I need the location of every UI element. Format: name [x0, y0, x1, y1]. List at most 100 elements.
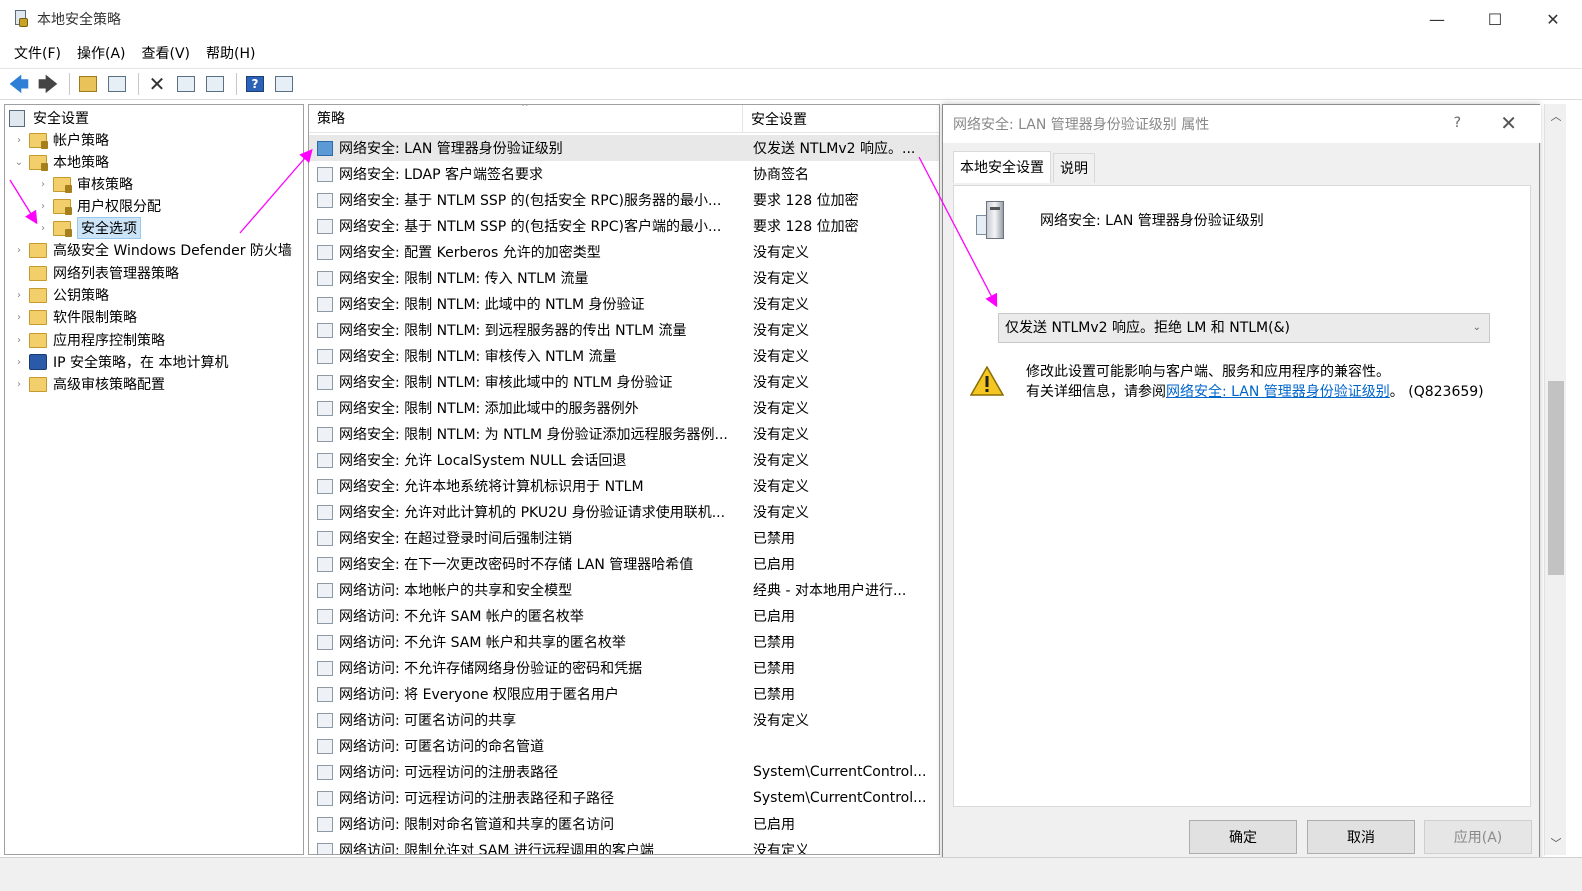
warning-icon	[969, 365, 1005, 396]
table-row[interactable]: 网络访问: 不允许 SAM 帐户和共享的匿名枚举 已禁用	[309, 629, 939, 655]
table-row[interactable]: 网络安全: 限制 NTLM: 传入 NTLM 流量 没有定义	[309, 265, 939, 291]
table-row[interactable]: 网络安全: 限制 NTLM: 添加此域中的服务器例外 没有定义	[309, 395, 939, 421]
properties-icon[interactable]	[173, 72, 199, 96]
cancel-button[interactable]: 取消	[1307, 820, 1415, 854]
menu-bar: 文件(F) 操作(A) 查看(V) 帮助(H)	[0, 38, 1582, 68]
scroll-up-icon[interactable]: ︿	[1545, 108, 1567, 124]
table-row[interactable]: 网络访问: 可远程访问的注册表路径和子路径 System\CurrentContr…	[309, 785, 939, 811]
tree-item-ip-security[interactable]: › IP 安全策略，在 本地计算机	[13, 351, 228, 373]
chevron-right-icon[interactable]: ›	[37, 223, 49, 234]
back-icon[interactable]: 🡄	[6, 72, 32, 96]
chevron-right-icon[interactable]: ›	[13, 379, 25, 390]
chevron-right-icon[interactable]: ›	[13, 135, 25, 146]
ip-security-icon	[29, 354, 47, 370]
table-row[interactable]: 网络安全: 基于 NTLM SSP 的(包括安全 RPC)服务器的最小... 要求…	[309, 187, 939, 213]
toolbar-separator	[69, 73, 70, 95]
tree-item-audit-policy[interactable]: › 审核策略	[37, 173, 133, 195]
list-header: ^ 策略 安全设置	[309, 105, 939, 133]
column-header-setting[interactable]: 安全设置	[743, 109, 807, 129]
policy-icon	[317, 556, 333, 572]
table-row[interactable]: 网络安全: 允许对此计算机的 PKU2U 身份验证请求使用联机... 没有定义	[309, 499, 939, 525]
dialog-close-button[interactable]: ✕	[1500, 111, 1517, 135]
chevron-right-icon[interactable]: ›	[37, 201, 49, 212]
table-row[interactable]: 网络安全: 限制 NTLM: 审核此域中的 NTLM 身份验证 没有定义	[309, 369, 939, 395]
tree-item-defender-firewall[interactable]: › 高级安全 Windows Defender 防火墙	[13, 239, 292, 261]
tree-item-public-key-policies[interactable]: › 公钥策略	[13, 284, 109, 306]
chevron-right-icon[interactable]: ›	[37, 179, 49, 190]
delete-icon[interactable]: ✕	[144, 72, 170, 96]
scrollbar-thumb[interactable]	[1548, 381, 1564, 575]
table-row[interactable]: 网络访问: 将 Everyone 权限应用于匿名用户 已禁用	[309, 681, 939, 707]
tree-item-account-policies[interactable]: › 帐户策略	[13, 129, 109, 151]
tree-root-security-settings[interactable]: 安全设置	[9, 107, 89, 129]
toolbar: 🡄 🡆 ✕ ?	[0, 68, 1582, 100]
table-row[interactable]: 网络安全: LAN 管理器身份验证级别 仅发送 NTLMv2 响应。...	[309, 135, 939, 161]
ok-button[interactable]: 确定	[1189, 820, 1297, 854]
tree-item-security-options[interactable]: › 安全选项	[37, 217, 141, 239]
apply-button[interactable]: 应用(A)	[1424, 820, 1532, 854]
table-row[interactable]: 网络访问: 可匿名访问的命名管道	[309, 733, 939, 759]
table-row[interactable]: 网络安全: 配置 Kerberos 允许的加密类型 没有定义	[309, 239, 939, 265]
table-row[interactable]: 网络访问: 可匿名访问的共享 没有定义	[309, 707, 939, 733]
show-action-pane-icon[interactable]	[271, 72, 297, 96]
chevron-right-icon[interactable]: ›	[13, 335, 25, 346]
table-row[interactable]: 网络安全: 在下一次更改密码时不存储 LAN 管理器哈希值 已启用	[309, 551, 939, 577]
table-row[interactable]: 网络访问: 限制允许对 SAM 进行远程调用的客户端 没有定义	[309, 837, 939, 855]
table-row[interactable]: 网络访问: 限制对命名管道和共享的匿名访问 已启用	[309, 811, 939, 837]
table-row[interactable]: 网络安全: 限制 NTLM: 此域中的 NTLM 身份验证 没有定义	[309, 291, 939, 317]
table-row[interactable]: 网络访问: 本地帐户的共享和安全模型 经典 - 对本地用户进行...	[309, 577, 939, 603]
table-row[interactable]: 网络安全: 基于 NTLM SSP 的(包括安全 RPC)客户端的最小... 要求…	[309, 213, 939, 239]
table-row[interactable]: 网络访问: 不允许 SAM 帐户的匿名枚举 已启用	[309, 603, 939, 629]
tree-label: IP 安全策略，在 本地计算机	[53, 355, 229, 371]
menu-help[interactable]: 帮助(H)	[198, 43, 263, 63]
policy-name-cell: 网络访问: 可远程访问的注册表路径和子路径	[339, 791, 615, 807]
table-row[interactable]: 网络访问: 不允许存储网络身份验证的密码和凭据 已禁用	[309, 655, 939, 681]
table-row[interactable]: 网络安全: 限制 NTLM: 到远程服务器的传出 NTLM 流量 没有定义	[309, 317, 939, 343]
help-link[interactable]: 网络安全: LAN 管理器身份验证级别	[1166, 384, 1390, 400]
tree-item-software-restriction[interactable]: › 软件限制策略	[13, 306, 137, 328]
policy-setting-cell: 已禁用	[753, 531, 795, 547]
tree-label: 帐户策略	[53, 133, 109, 149]
chevron-right-icon[interactable]: ›	[13, 245, 25, 256]
folder-icon	[53, 176, 72, 193]
policy-icon	[317, 608, 333, 624]
minimize-button[interactable]: —	[1408, 0, 1466, 38]
chevron-right-icon[interactable]: ›	[13, 312, 25, 323]
policy-name-cell: 网络安全: 允许本地系统将计算机标识用于 NTLM	[339, 479, 644, 495]
chevron-right-icon[interactable]: ›	[13, 357, 25, 368]
dialog-help-button[interactable]: ?	[1454, 115, 1461, 131]
tree-item-user-rights[interactable]: › 用户权限分配	[37, 195, 161, 217]
toolbar-separator	[236, 73, 237, 95]
tree-item-local-policies[interactable]: ⌄ 本地策略	[13, 151, 109, 173]
security-policy-app-icon	[13, 10, 29, 28]
chevron-down-icon[interactable]: ⌄	[13, 157, 25, 168]
table-row[interactable]: 网络安全: 允许本地系统将计算机标识用于 NTLM 没有定义	[309, 473, 939, 499]
help-icon[interactable]: ?	[242, 72, 268, 96]
table-row[interactable]: 网络安全: 允许 LocalSystem NULL 会话回退 没有定义	[309, 447, 939, 473]
tab-local-security-setting[interactable]: 本地安全设置	[953, 151, 1051, 183]
tab-explain[interactable]: 说明	[1053, 153, 1095, 183]
export-list-icon[interactable]	[202, 72, 228, 96]
tree-item-network-list-manager[interactable]: 网络列表管理器策略	[13, 262, 179, 284]
table-row[interactable]: 网络安全: 限制 NTLM: 为 NTLM 身份验证添加远程服务器例... 没有定…	[309, 421, 939, 447]
vertical-scrollbar[interactable]: ︿ ﹀	[1544, 104, 1566, 855]
table-row[interactable]: 网络安全: LDAP 客户端签名要求 协商签名	[309, 161, 939, 187]
tree-item-app-control[interactable]: › 应用程序控制策略	[13, 329, 165, 351]
table-row[interactable]: 网络安全: 限制 NTLM: 审核传入 NTLM 流量 没有定义	[309, 343, 939, 369]
close-button[interactable]: ✕	[1524, 0, 1582, 38]
forward-icon[interactable]: 🡆	[35, 72, 61, 96]
menu-action[interactable]: 操作(A)	[69, 43, 134, 63]
auth-level-dropdown[interactable]: 仅发送 NTLMv2 响应。拒绝 LM 和 NTLM(&) ⌄	[998, 313, 1490, 343]
table-row[interactable]: 网络访问: 可远程访问的注册表路径 System\CurrentControl..…	[309, 759, 939, 785]
maximize-button[interactable]: ☐	[1466, 0, 1524, 38]
scroll-down-icon[interactable]: ﹀	[1545, 835, 1567, 851]
up-folder-icon[interactable]	[75, 72, 101, 96]
tree-item-advanced-audit[interactable]: › 高级审核策略配置	[13, 373, 165, 395]
chevron-right-icon[interactable]: ›	[13, 290, 25, 301]
show-hide-tree-icon[interactable]	[104, 72, 130, 96]
menu-file[interactable]: 文件(F)	[6, 43, 69, 63]
menu-view[interactable]: 查看(V)	[134, 43, 199, 63]
policy-icon	[317, 634, 333, 650]
policy-name-cell: 网络访问: 限制允许对 SAM 进行远程调用的客户端	[339, 843, 654, 855]
table-row[interactable]: 网络安全: 在超过登录时间后强制注销 已禁用	[309, 525, 939, 551]
